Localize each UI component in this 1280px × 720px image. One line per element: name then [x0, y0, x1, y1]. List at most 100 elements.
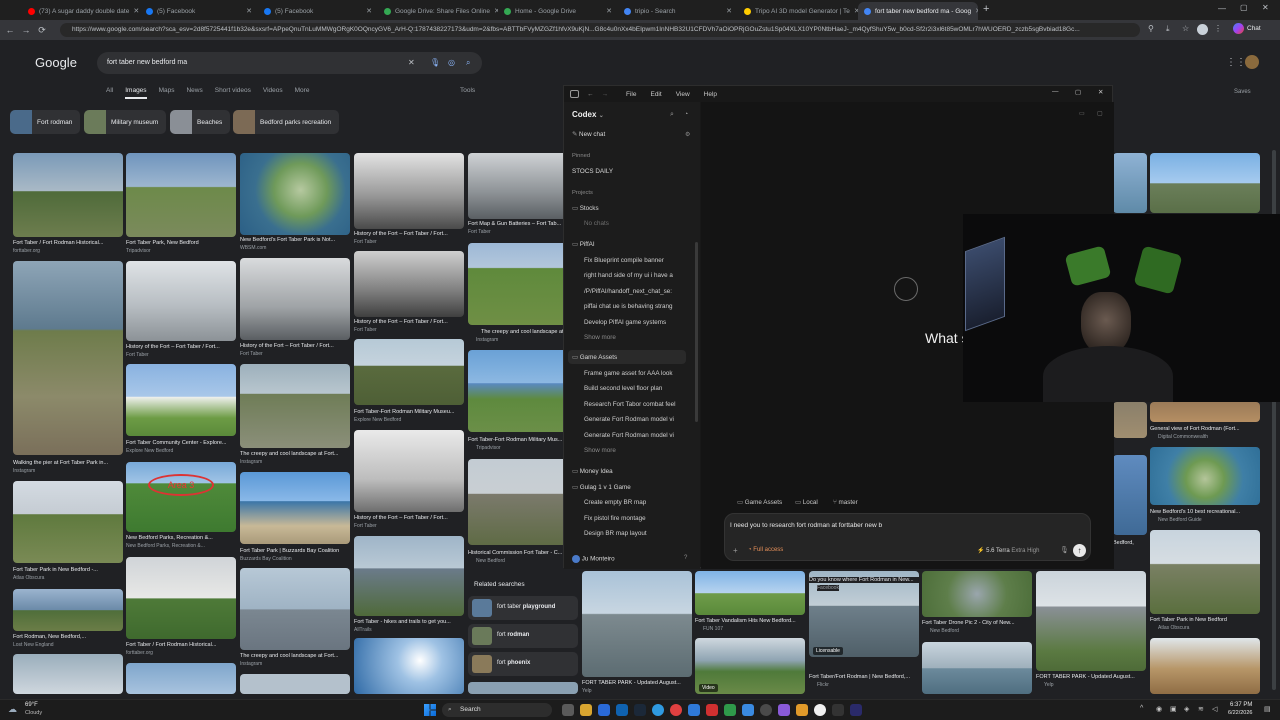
image-result[interactable]	[126, 663, 236, 694]
saves-link[interactable]: Saves	[1234, 89, 1251, 95]
image-result[interactable]	[126, 261, 236, 341]
chat-item[interactable]: right hand side of my ui i have a	[584, 272, 696, 279]
filter-chip[interactable]: Military museum	[84, 110, 167, 134]
image-title[interactable]: The creepy and cool landscape at Fo...	[481, 329, 565, 335]
microphone-icon[interactable]: 🎙	[430, 52, 440, 74]
project-game-assets[interactable]: ▭ Game Assets	[572, 354, 617, 361]
search-icon[interactable]: ⌕	[466, 52, 470, 74]
project-selector[interactable]: ▭ Game Assets	[737, 499, 782, 506]
menu-help[interactable]: Help	[704, 91, 717, 98]
volume-icon[interactable]: ◁	[1212, 705, 1217, 713]
forward-icon[interactable]: →	[602, 91, 609, 98]
show-more-link[interactable]: Show more	[584, 447, 616, 454]
weather-condition[interactable]: Cloudy	[25, 710, 42, 716]
chat-item[interactable]: Research Fort Tabor combat feel	[584, 401, 676, 408]
image-title[interactable]: History of the Fort – Fort Taber / Fort.…	[354, 231, 464, 237]
image-title[interactable]: Fort Taber Drone Pic 2 - City of New...	[922, 620, 1032, 626]
tab-news[interactable]: News	[186, 87, 202, 99]
bell-icon[interactable]: ◔	[684, 111, 688, 118]
app-icon[interactable]	[778, 704, 790, 716]
user-profile[interactable]: Ju Monteiro	[572, 555, 615, 563]
chat-item[interactable]: Create empty BR map	[584, 499, 646, 506]
close-icon[interactable]: ✕	[975, 7, 978, 15]
image-title[interactable]: History of the Fort – Fort Taber / Fort.…	[126, 344, 236, 350]
browser-tab[interactable]: (5) Facebook ✕	[258, 2, 378, 20]
search-icon[interactable]: ⌕	[670, 111, 674, 119]
chat-item[interactable]: Develop PiffAI game systems	[584, 319, 666, 326]
image-result[interactable]	[695, 571, 805, 615]
image-title[interactable]: Bedford,	[1113, 540, 1147, 546]
browser-tab[interactable]: Home - Google Drive ✕	[498, 2, 618, 20]
image-result[interactable]	[468, 243, 568, 325]
prompt-input[interactable]: I need you to research fort rodman at fo…	[730, 522, 882, 529]
image-result[interactable]	[1150, 447, 1260, 505]
menu-file[interactable]: File	[626, 91, 636, 98]
close-icon[interactable]: ✕	[366, 7, 372, 15]
close-icon[interactable]: ✕	[726, 7, 732, 15]
image-result[interactable]: Video	[695, 638, 805, 694]
steam-icon[interactable]	[634, 704, 646, 716]
lens-icon[interactable]: ◎	[448, 52, 455, 74]
app-icon[interactable]	[850, 704, 862, 716]
new-chat-button[interactable]: ✎ New chat	[572, 131, 605, 138]
image-result[interactable]	[1150, 530, 1260, 614]
image-result[interactable]	[126, 557, 236, 639]
image-result[interactable]	[1113, 402, 1147, 438]
google-logo[interactable]: Google	[35, 55, 77, 70]
image-result[interactable]: Area 3	[126, 462, 236, 532]
image-result[interactable]	[13, 654, 123, 694]
image-title[interactable]: Fort Taber - hikes and trails to get you…	[354, 619, 464, 625]
taskbar-search[interactable]: ⌕ Search	[442, 703, 552, 717]
related-search-item[interactable]: fort taber playground	[468, 596, 578, 620]
maximize-icon[interactable]: ▢	[1075, 88, 1081, 96]
image-title[interactable]: New Bedford Parks, Recreation &...	[126, 535, 236, 541]
image-title[interactable]: History of the Fort – Fort Taber / Fort.…	[354, 319, 464, 325]
panel-icon[interactable]: ▭	[1079, 110, 1085, 117]
image-result[interactable]	[240, 674, 350, 694]
unreal-icon[interactable]	[832, 704, 844, 716]
apps-grid-icon[interactable]: ⋮⋮	[1226, 57, 1246, 68]
image-result[interactable]	[126, 153, 236, 237]
image-result[interactable]	[354, 339, 464, 405]
extensions-icon[interactable]: ⚲	[1148, 24, 1154, 33]
show-more-link[interactable]: Show more	[584, 334, 616, 341]
app-icon[interactable]	[724, 704, 736, 716]
help-icon[interactable]: ?	[684, 555, 687, 561]
image-title[interactable]: Fort Taber Community Center - Explore...	[126, 440, 236, 446]
image-result[interactable]	[922, 571, 1032, 617]
tray-icon[interactable]: ◈	[1184, 705, 1189, 713]
tab-more[interactable]: More	[295, 87, 310, 99]
image-result[interactable]	[354, 430, 464, 512]
image-result[interactable]	[1113, 153, 1147, 213]
address-bar[interactable]: https://www.google.com/search?sca_esv=2d…	[60, 23, 1140, 37]
browser-tab[interactable]: (73) A sugar daddy double date ✕	[22, 2, 140, 20]
image-result[interactable]	[13, 481, 123, 563]
notification-icon[interactable]: ▤	[1264, 705, 1271, 713]
image-title[interactable]: General view of Fort Rodman (Fort...	[1150, 426, 1260, 432]
forward-icon[interactable]: →	[18, 25, 34, 35]
model-selector[interactable]: ⚡ 5.6 Terra Extra High	[977, 547, 1039, 554]
add-attachment-icon[interactable]: +	[733, 546, 738, 555]
access-selector[interactable]: ◔ Full access	[748, 547, 783, 553]
chrome-icon[interactable]	[670, 704, 682, 716]
image-result[interactable]	[1113, 455, 1147, 535]
task-view-icon[interactable]	[562, 704, 574, 716]
chat-item[interactable]: Frame game asset for AAA look	[584, 370, 673, 377]
video-app-icon[interactable]	[706, 704, 718, 716]
chat-item[interactable]: Fix pistol fire montage	[584, 515, 646, 522]
back-icon[interactable]: ←	[587, 91, 594, 98]
image-title[interactable]: History of the Fort – Fort Taber / Fort.…	[240, 343, 350, 349]
browser-tab-active[interactable]: fort taber new bedford ma - Goog✕	[858, 2, 978, 20]
outlook-icon[interactable]	[616, 704, 628, 716]
image-title[interactable]: New Bedford's Fort Taber Park is Not...	[240, 237, 350, 243]
chat-item[interactable]: /P/PiffAI/handoff_next_chat_se:	[584, 288, 696, 295]
prompt-composer[interactable]: I need you to research fort rodman at fo…	[724, 513, 1091, 561]
project-stocks[interactable]: ▭ Stocks	[572, 205, 599, 212]
back-icon[interactable]: ←	[2, 25, 18, 35]
microphone-icon[interactable]: 🎙	[1060, 546, 1069, 554]
tray-chevron-icon[interactable]: ^	[1140, 705, 1143, 712]
tab-all[interactable]: All	[106, 87, 113, 99]
tab-videos[interactable]: Videos	[263, 87, 283, 99]
image-result[interactable]	[354, 153, 464, 229]
browser-tab[interactable]: Google Drive: Share Files Online ✕	[378, 2, 498, 20]
